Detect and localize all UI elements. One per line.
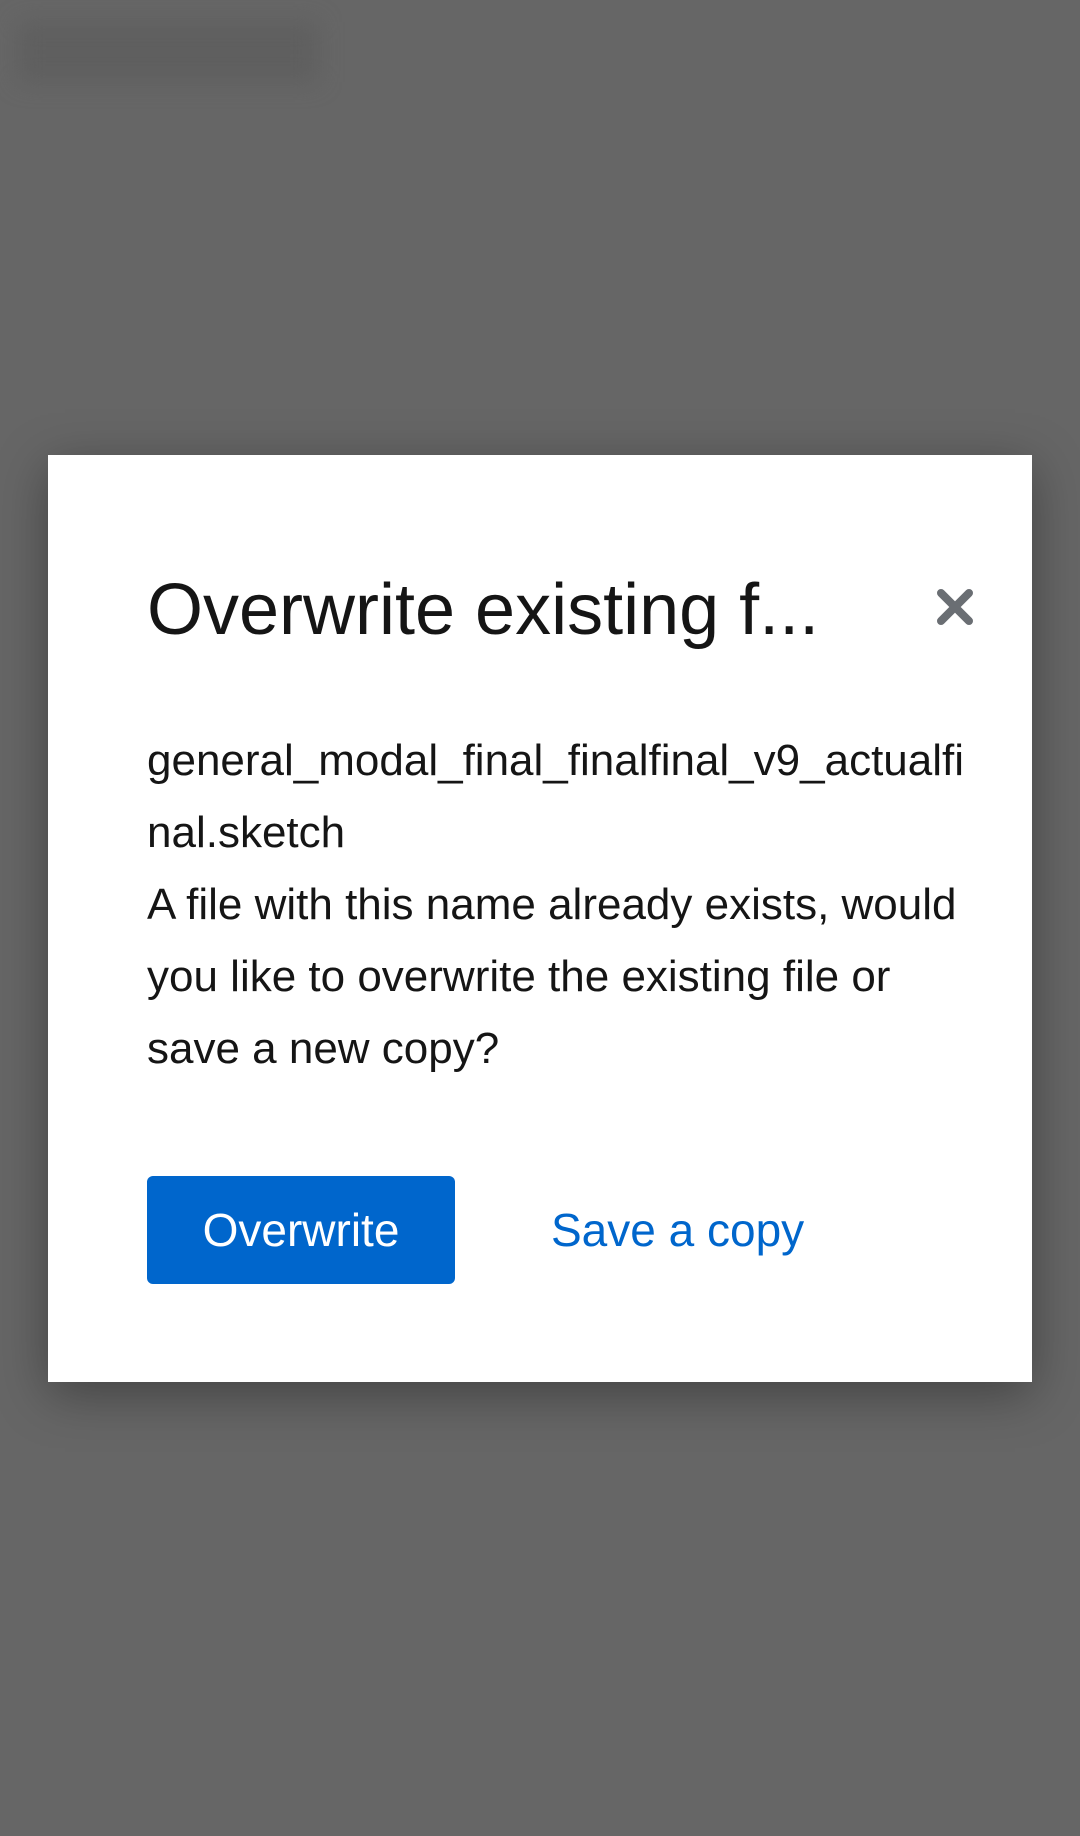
modal-actions: Overwrite Save a copy — [147, 1176, 967, 1284]
modal-title: Overwrite existing f... — [147, 570, 820, 650]
overwrite-modal: Overwrite existing f... general_modal_fi… — [48, 455, 1032, 1382]
overwrite-button[interactable]: Overwrite — [147, 1176, 455, 1284]
close-button[interactable] — [929, 581, 981, 633]
modal-body: general_modal_final_finalfinal_v9_actual… — [147, 725, 967, 1085]
file-name: general_modal_final_finalfinal_v9_actual… — [147, 736, 965, 857]
save-copy-button[interactable]: Save a copy — [531, 1176, 824, 1284]
modal-header: Overwrite existing f... — [147, 555, 987, 665]
modal-message: A file with this name already exists, wo… — [147, 880, 957, 1073]
background-content-blur — [18, 22, 318, 82]
close-icon — [937, 589, 973, 625]
